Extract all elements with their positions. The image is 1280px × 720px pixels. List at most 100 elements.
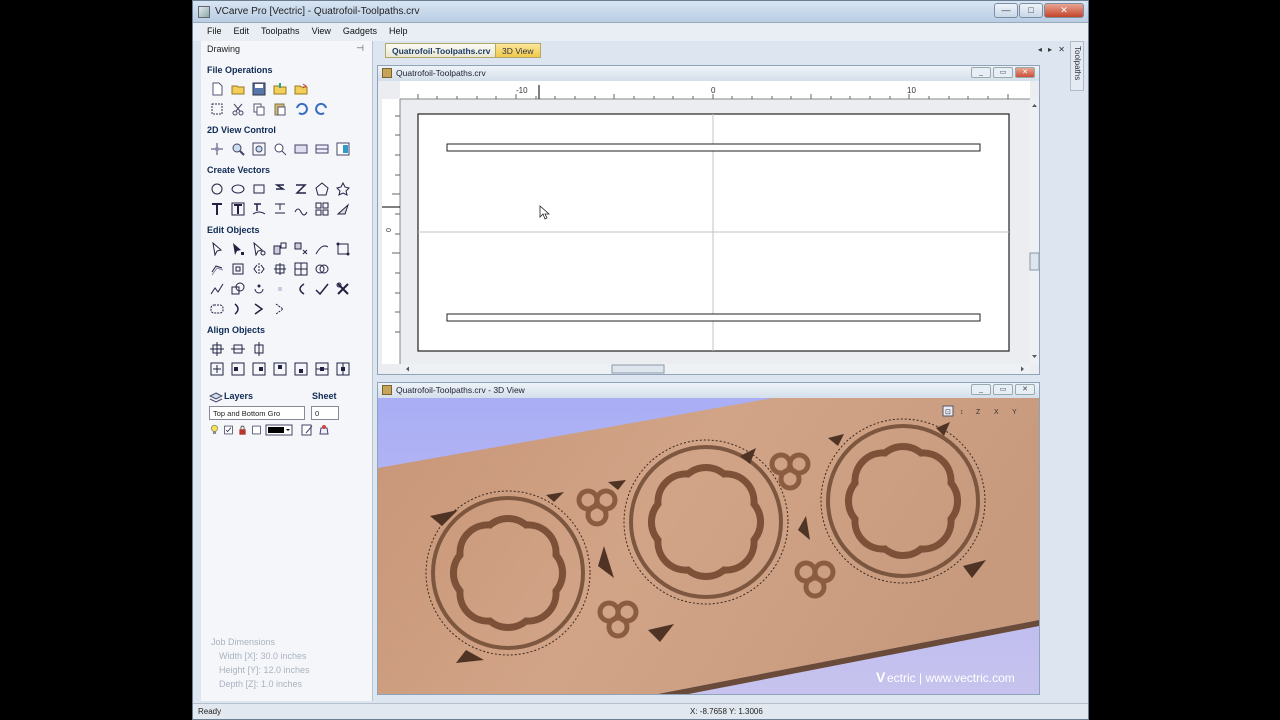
open-file-icon[interactable] — [229, 80, 247, 97]
select-all-icon[interactable] — [208, 100, 226, 117]
arc-icon[interactable] — [292, 280, 310, 297]
menu-help[interactable]: Help — [383, 23, 414, 41]
drawing-canvas[interactable]: -10 0 10 0 — [378, 81, 1039, 374]
zoom-extents-icon[interactable] — [250, 140, 268, 157]
align-vertical-icon[interactable] — [250, 340, 268, 357]
view-mode-icon[interactable] — [292, 140, 310, 157]
view-2d-close[interactable]: ✕ — [1015, 67, 1035, 78]
group-icon[interactable] — [292, 240, 310, 257]
transform-icon[interactable] — [250, 240, 268, 257]
lock-icon[interactable] — [237, 424, 248, 436]
rotate-icon[interactable] — [229, 260, 247, 277]
view-3d-maximize[interactable]: ▭ — [993, 384, 1013, 395]
subtract-icon[interactable] — [250, 280, 268, 297]
curve-edit-icon[interactable] — [313, 240, 331, 257]
trim-icon[interactable] — [334, 280, 352, 297]
copy-icon[interactable] — [250, 100, 268, 117]
preview-3d-canvas[interactable]: ⊡ ↕ Z X Y V ectric | www.vectric.com — [378, 398, 1039, 694]
ellipse-icon[interactable] — [229, 180, 247, 197]
select-icon[interactable] — [208, 240, 226, 257]
text-box-icon[interactable] — [229, 200, 247, 217]
align-right-icon[interactable] — [250, 360, 268, 377]
align-horizontal-icon[interactable] — [229, 340, 247, 357]
align-bottom-icon[interactable] — [292, 360, 310, 377]
align-left-icon[interactable] — [229, 360, 247, 377]
checkbox-icon[interactable] — [223, 424, 234, 436]
text-icon[interactable] — [208, 200, 226, 217]
menu-edit[interactable]: Edit — [228, 23, 256, 41]
merge-icon[interactable] — [229, 280, 247, 297]
align-vcenter-icon[interactable] — [334, 360, 352, 377]
polyline-icon[interactable] — [271, 180, 289, 197]
size-icon[interactable] — [271, 240, 289, 257]
text-on-curve-icon[interactable] — [250, 200, 268, 217]
layer-checkbox-icon[interactable] — [251, 424, 262, 436]
align-center-icon[interactable] — [271, 260, 289, 277]
distort-icon[interactable] — [334, 240, 352, 257]
polygon-icon[interactable] — [313, 180, 331, 197]
tab-controls[interactable]: ◂ ▸ ✕ — [1038, 45, 1067, 54]
node-edit-icon[interactable] — [229, 240, 247, 257]
trace-icon[interactable] — [292, 200, 310, 217]
minimize-button[interactable]: — — [994, 3, 1018, 18]
maximize-button[interactable]: □ — [1019, 3, 1043, 18]
layout-icon[interactable] — [334, 140, 352, 157]
join-icon[interactable] — [208, 280, 226, 297]
layer-manager-icon[interactable] — [317, 424, 331, 436]
star-icon[interactable] — [334, 180, 352, 197]
smooth-icon[interactable] — [229, 300, 247, 317]
rectangle-icon[interactable] — [250, 180, 268, 197]
fillet-icon[interactable] — [313, 280, 331, 297]
weld-icon[interactable] — [313, 260, 331, 277]
view-z-icon[interactable]: Z — [976, 409, 981, 416]
align-center-both-icon[interactable] — [208, 360, 226, 377]
grid-icon[interactable] — [313, 140, 331, 157]
circle-icon[interactable] — [208, 180, 226, 197]
paste-icon[interactable] — [271, 100, 289, 117]
close-vector-icon[interactable] — [208, 300, 226, 317]
view-3d-minimize[interactable]: _ — [971, 384, 991, 395]
view-2d-maximize[interactable]: ▭ — [993, 67, 1013, 78]
menu-file[interactable]: File — [201, 23, 228, 41]
pin-icon[interactable]: ⊣ — [356, 43, 364, 54]
tab-3d-view[interactable]: 3D View — [495, 43, 541, 58]
cut-icon[interactable] — [229, 100, 247, 117]
mirror-icon[interactable] — [250, 260, 268, 277]
undo-icon[interactable] — [292, 100, 310, 117]
intersect-icon[interactable] — [271, 280, 289, 297]
tab-icon[interactable] — [271, 300, 289, 317]
draw-icon[interactable] — [334, 200, 352, 217]
new-file-icon[interactable] — [208, 80, 226, 97]
menu-view[interactable]: View — [306, 23, 337, 41]
view-3d-close[interactable]: ✕ — [1015, 384, 1035, 395]
layer-properties-icon[interactable] — [300, 424, 314, 436]
tab-2d-view[interactable]: Quatrofoil-Toolpaths.crv — [385, 43, 498, 58]
offset-icon[interactable] — [208, 260, 226, 277]
sheet-dropdown[interactable]: 0 — [311, 406, 339, 420]
import-icon[interactable] — [271, 80, 289, 97]
dimension-icon[interactable] — [271, 200, 289, 217]
redo-icon[interactable] — [313, 100, 331, 117]
pan-icon[interactable] — [208, 140, 226, 157]
extend-icon[interactable] — [250, 300, 268, 317]
save-icon[interactable] — [250, 80, 268, 97]
menu-toolpaths[interactable]: Toolpaths — [255, 23, 306, 41]
bulb-icon[interactable] — [209, 424, 220, 436]
curve-icon[interactable] — [292, 180, 310, 197]
view-y-icon[interactable]: Y — [1012, 409, 1017, 416]
zoom-icon[interactable] — [229, 140, 247, 157]
toolpaths-panel-tab[interactable]: Toolpaths — [1070, 41, 1084, 91]
align-hcenter-icon[interactable] — [313, 360, 331, 377]
menu-gadgets[interactable]: Gadgets — [337, 23, 383, 41]
align-top-icon[interactable] — [271, 360, 289, 377]
array-icon[interactable] — [313, 200, 331, 217]
view-iso-icon[interactable]: ↕ — [960, 409, 964, 416]
nest-icon[interactable] — [292, 260, 310, 277]
view-2d-minimize[interactable]: _ — [971, 67, 991, 78]
close-button[interactable]: ✕ — [1044, 3, 1084, 18]
align-both-icon[interactable] — [208, 340, 226, 357]
layer-dropdown[interactable]: Top and Bottom Gro — [209, 406, 305, 420]
view-x-icon[interactable]: X — [994, 409, 999, 416]
export-icon[interactable] — [292, 80, 310, 97]
color-picker-icon[interactable] — [265, 424, 293, 436]
